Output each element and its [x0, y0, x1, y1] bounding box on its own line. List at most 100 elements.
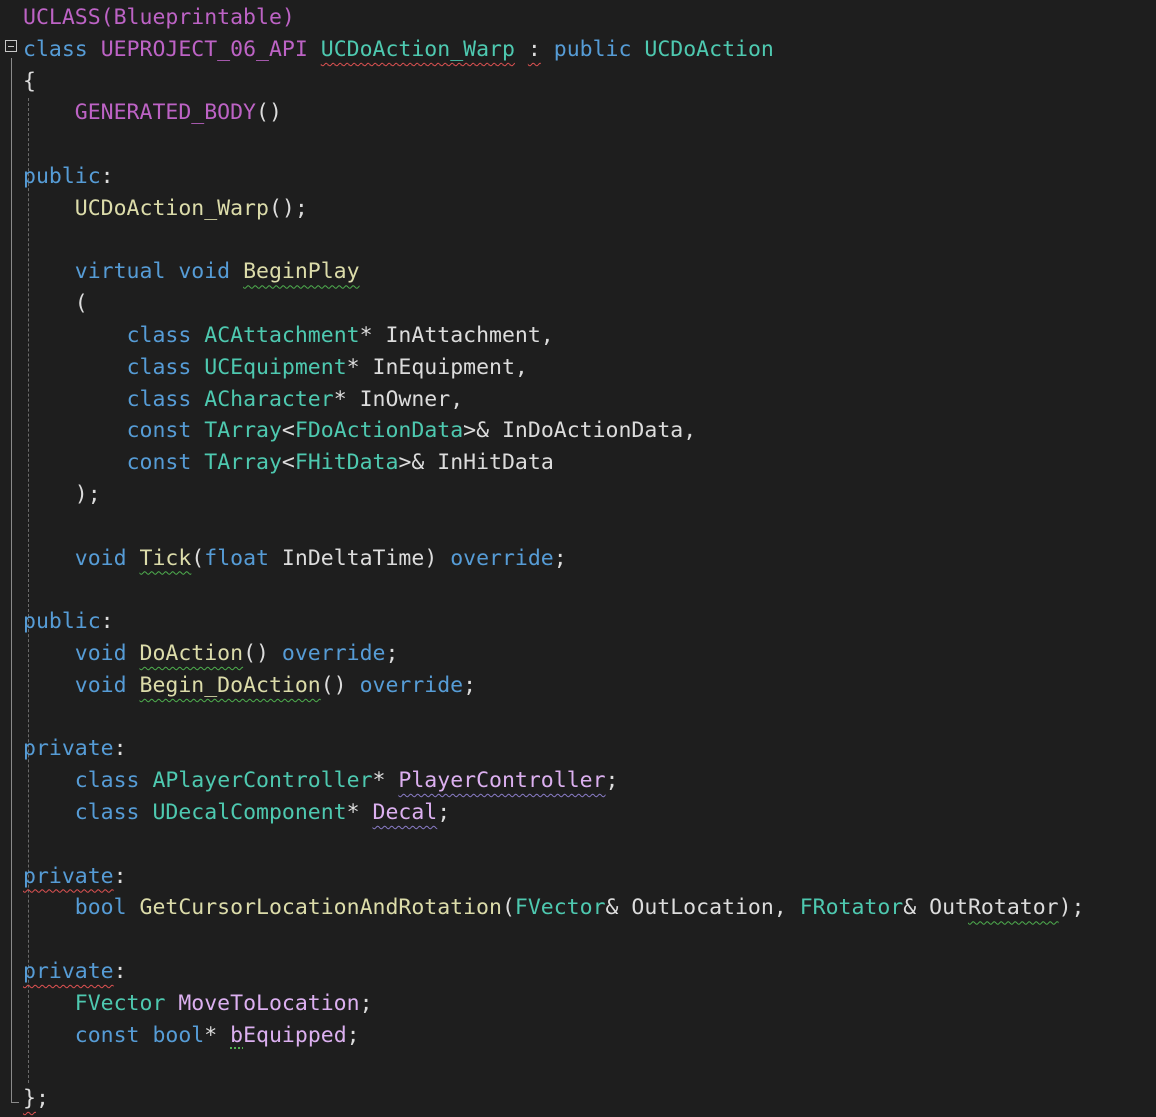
code-line[interactable]: private: — [23, 733, 127, 765]
code-token: * InOwner, — [333, 386, 464, 412]
code-token: const — [126, 418, 192, 444]
code-token: class — [74, 800, 140, 825]
code-token: override — [359, 672, 464, 698]
code-token: ACharacter — [204, 386, 334, 412]
code-token: BeginPlay — [243, 259, 360, 285]
code-token: () — [243, 641, 282, 666]
code-token: (); — [268, 195, 308, 221]
code-line[interactable]: class UDecalComponent* Decal; — [23, 797, 450, 829]
code-line[interactable]: const bool* bEquipped; — [23, 1020, 360, 1052]
code-token: : — [100, 609, 114, 635]
code-token: UCDoAction_Warp — [74, 195, 269, 221]
code-line[interactable]: class APlayerController* PlayerControlle… — [23, 765, 619, 797]
code-token: bool — [74, 895, 127, 921]
code-token: () — [320, 672, 360, 698]
code-line[interactable]: UCDoAction_Warp(); — [23, 193, 308, 225]
code-token: : — [113, 736, 127, 762]
code-line[interactable]: FVector MoveToLocation; — [23, 988, 373, 1020]
code-token: : — [113, 863, 127, 889]
code-token: FHitData — [294, 450, 399, 476]
code-token: : — [100, 164, 114, 189]
code-line[interactable]: class UEPROJECT_06_API UCDoAction_Warp :… — [23, 34, 774, 66]
code-line[interactable]: private: — [23, 861, 127, 893]
code-token: private — [23, 736, 114, 762]
code-token: & OutLocation, — [605, 895, 800, 921]
code-token: Decal — [372, 800, 438, 825]
code-line[interactable]: void Begin_DoAction() override; — [23, 670, 476, 702]
code-token: ( — [501, 895, 515, 921]
code-token: : — [113, 959, 127, 984]
code-token: void — [178, 259, 231, 285]
code-token: private — [23, 863, 114, 889]
code-token: TArray — [204, 450, 282, 476]
code-token: TArray — [204, 418, 282, 444]
code-line[interactable]: bool GetCursorLocationAndRotation(FVecto… — [23, 892, 1085, 924]
code-token: * InEquipment, — [346, 354, 528, 380]
code-line[interactable]: class UCEquipment* InEquipment, — [23, 352, 528, 384]
code-line[interactable]: class ACharacter* InOwner, — [23, 384, 464, 416]
code-line[interactable]: GENERATED_BODY() — [23, 97, 282, 129]
code-line[interactable]: public: — [23, 606, 114, 638]
code-line[interactable]: const TArray<FHitData>& InHitData — [23, 447, 554, 479]
code-line[interactable]: void Tick(float InDeltaTime) override; — [23, 543, 567, 575]
code-token: >& InHitData — [398, 450, 554, 476]
code-line[interactable]: const TArray<FDoActionData>& InDoActionD… — [23, 415, 697, 447]
code-line[interactable]: class ACAttachment* InAttachment, — [23, 320, 554, 352]
code-line[interactable]: ( — [23, 288, 88, 320]
code-token: void — [74, 641, 127, 666]
code-token: ; — [359, 990, 373, 1016]
code-token: InDeltaTime) — [268, 545, 451, 571]
code-token: FVector — [514, 895, 606, 921]
code-line[interactable]: ); — [23, 479, 101, 511]
code-token: () — [256, 100, 282, 126]
code-line[interactable]: UCLASS(Blueprintable) — [23, 2, 295, 34]
indent-guide — [28, 98, 29, 1083]
code-token: >& InDoActionData, — [463, 418, 697, 444]
code-token: ; — [385, 641, 399, 666]
code-token: override — [450, 545, 554, 571]
code-token: Tick — [139, 545, 192, 571]
code-editor[interactable]: UCLASS(Blueprintable) class UEPROJECT_06_… — [0, 0, 1156, 1117]
code-token: & Out — [903, 895, 968, 921]
code-token: < — [281, 450, 295, 476]
code-token: * — [204, 1022, 231, 1048]
code-token: * — [372, 768, 399, 794]
collapse-icon[interactable] — [5, 40, 17, 52]
code-token: public — [553, 36, 632, 62]
code-token: UDecalComponent — [152, 800, 347, 825]
code-token: b — [230, 1022, 244, 1048]
code-token: ( — [191, 545, 205, 571]
code-token: ( — [23, 291, 88, 317]
code-line[interactable]: private: — [23, 956, 127, 988]
code-token: ; — [605, 768, 619, 794]
code-token: ; — [437, 800, 451, 825]
code-token: MoveToLocation — [178, 990, 360, 1016]
code-line[interactable]: virtual void BeginPlay — [23, 256, 360, 288]
code-line[interactable]: { — [23, 66, 36, 98]
code-token: ; — [35, 1086, 49, 1112]
code-token: : — [527, 36, 541, 62]
code-line[interactable]: }; — [23, 1083, 49, 1115]
code-line[interactable]: public: — [23, 161, 114, 193]
code-line[interactable]: void DoAction() override; — [23, 638, 399, 670]
